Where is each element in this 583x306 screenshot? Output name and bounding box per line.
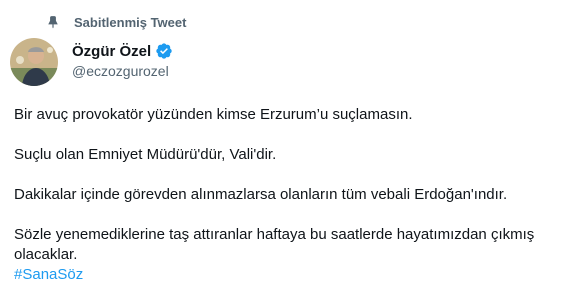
- verified-badge-icon: [155, 42, 173, 60]
- pinned-label: Sabitlenmiş Tweet: [74, 14, 187, 30]
- tweet-paragraph: Suçlu olan Emniyet Müdürü'dür, Vali'dir.: [14, 146, 277, 163]
- tweet-text: Bir avuç provokatör yüzünden kimse Erzur…: [14, 105, 574, 285]
- avatar[interactable]: [10, 38, 58, 86]
- tweet-paragraph: Bir avuç provokatör yüzünden kimse Erzur…: [14, 106, 413, 123]
- author-handle[interactable]: @eczozgurozel: [72, 63, 169, 79]
- hashtag-link[interactable]: #SanaSöz: [14, 265, 574, 285]
- pinned-indicator: Sabitlenmiş Tweet: [48, 13, 186, 31]
- pin-icon: [46, 15, 60, 29]
- pinned-tweet[interactable]: Sabitlenmiş Tweet Özgür Özel @eczozguroz…: [0, 0, 583, 306]
- tweet-paragraph: Sözle yenemediklerine taş attıranlar haf…: [14, 226, 535, 263]
- author-name-row[interactable]: Özgür Özel: [72, 41, 173, 61]
- tweet-paragraph: Dakikalar içinde görevden alınmazlarsa o…: [14, 186, 508, 203]
- author-name[interactable]: Özgür Özel: [72, 43, 151, 60]
